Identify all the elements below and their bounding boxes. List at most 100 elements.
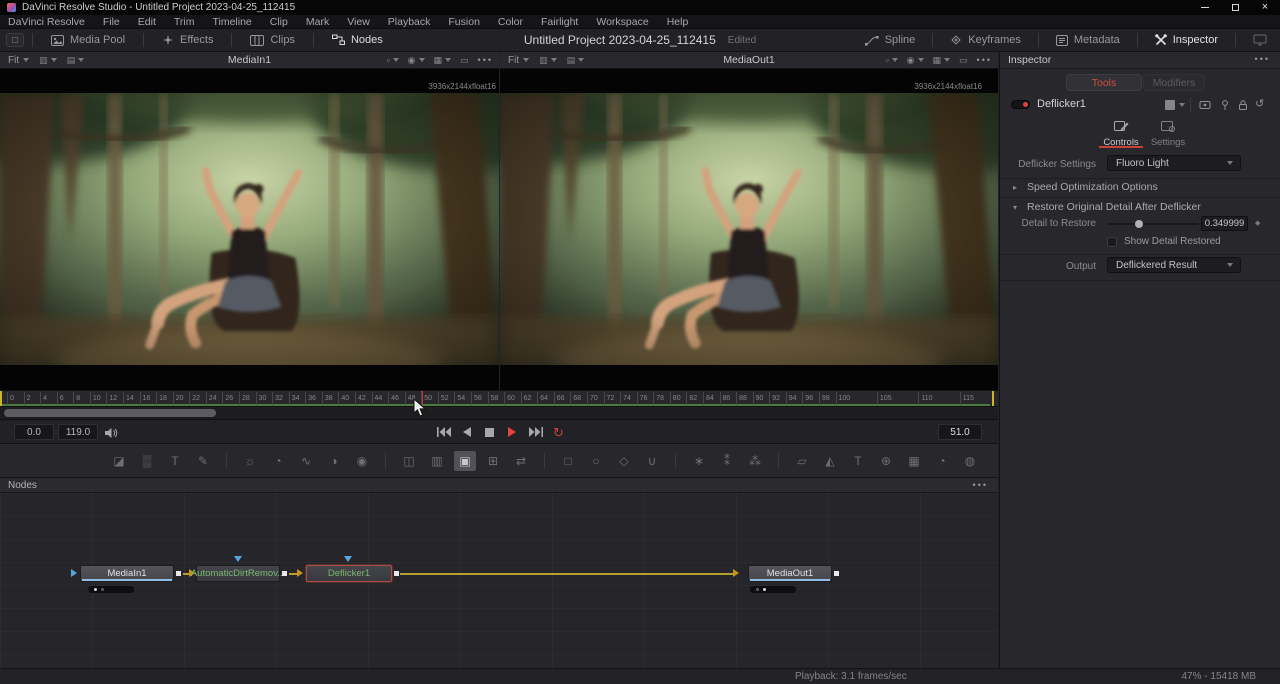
left-view-dot[interactable] <box>94 588 97 591</box>
menu-item-color[interactable]: Color <box>489 16 532 28</box>
media-in-view-indicators[interactable] <box>88 586 134 593</box>
media-out-view-indicators[interactable] <box>750 586 796 593</box>
menu-item-trim[interactable]: Trim <box>165 16 204 28</box>
bspline-mask-tool-icon[interactable]: ∪ <box>641 451 663 471</box>
metadata-button[interactable]: Metadata <box>1047 29 1129 51</box>
tab-tools[interactable]: Tools <box>1066 74 1142 91</box>
ellipse-mask-tool-icon[interactable]: ○ <box>585 451 607 471</box>
node-media-out[interactable]: MediaOut1 <box>748 565 832 582</box>
right-viewer-ab-dropdown[interactable]: ▤ <box>567 55 585 66</box>
particle-render-tool-icon[interactable]: ⁂ <box>744 451 766 471</box>
inspector-options-menu[interactable]: ••• <box>1255 54 1270 64</box>
menu-item-view[interactable]: View <box>338 16 379 28</box>
hue-curves-tool-icon[interactable]: ◉ <box>351 451 373 471</box>
render-start-field[interactable]: 0.0 <box>14 424 54 440</box>
rectangle-mask-tool-icon[interactable]: □ <box>557 451 579 471</box>
keyframe-diamond-icon[interactable]: ◆ <box>1255 219 1260 227</box>
renderer-3d-tool-icon[interactable]: ◍ <box>959 451 981 471</box>
loop-button[interactable]: ↻ <box>549 423 568 441</box>
right-viewer-lut-dropdown[interactable]: ◉ <box>907 55 924 66</box>
render-end-field[interactable]: 119.0 <box>58 424 98 440</box>
right-viewer-channel-dropdown[interactable]: ▫ <box>885 55 897 65</box>
project-title[interactable]: Untitled Project 2023-04-25_112415 <box>524 33 716 47</box>
restore-detail-section[interactable]: Restore Original Detail After Deflicker <box>1027 201 1201 213</box>
right-viewport[interactable]: 3936x2144xfloat16 <box>500 69 998 390</box>
left-viewer-zoom-dropdown[interactable]: Fit <box>8 55 29 66</box>
left-view-dot[interactable] <box>756 588 759 591</box>
blur-tool-icon[interactable]: ☼ <box>239 451 261 471</box>
go-to-last-frame-button[interactable] <box>526 423 545 441</box>
left-viewer-options-menu[interactable]: ••• <box>478 55 493 65</box>
right-view-dot[interactable] <box>763 588 766 591</box>
detail-to-restore-value[interactable]: 0.349999 <box>1201 216 1248 231</box>
output-dropdown[interactable]: Deflickered Result <box>1107 257 1241 273</box>
left-viewer-ab-dropdown[interactable]: ▤ <box>67 55 85 66</box>
particle-emitter-tool-icon[interactable]: ∗ <box>688 451 710 471</box>
transform-tool-icon[interactable]: ⇄ <box>510 451 532 471</box>
left-viewer-channel-dropdown[interactable]: ▫ <box>386 55 398 65</box>
subtab-controls[interactable]: Controls <box>1098 120 1144 148</box>
right-viewer-zoom-dropdown[interactable]: Fit <box>508 55 529 66</box>
resize-tool-icon[interactable]: ⊞ <box>482 451 504 471</box>
current-frame-field[interactable]: 51.0 <box>938 424 982 440</box>
media-in-input-triangle[interactable] <box>71 569 77 577</box>
menu-item-mark[interactable]: Mark <box>297 16 338 28</box>
background-tool-icon[interactable]: ◪ <box>108 451 130 471</box>
paint-tool-icon[interactable]: ✎ <box>192 451 214 471</box>
clean-feed-button[interactable] <box>1244 29 1276 51</box>
right-viewer-grid-dropdown[interactable]: ▦ <box>933 55 951 66</box>
lock-icon[interactable] <box>1237 99 1249 114</box>
matte-control-tool-icon[interactable]: ▣ <box>454 451 476 471</box>
left-viewer-roi-button[interactable]: ▭ <box>460 55 469 66</box>
left-viewer-grid-dropdown[interactable]: ▦ <box>434 55 452 66</box>
detail-to-restore-handle[interactable] <box>1135 220 1143 228</box>
node-automatic-dirt-removal[interactable]: AutomaticDirtRemov... <box>196 565 280 582</box>
deflicker-mask-input-triangle[interactable] <box>344 556 352 562</box>
spotlight-3d-tool-icon[interactable]: ◔ <box>931 451 953 471</box>
show-detail-restored-checkbox[interactable] <box>1107 237 1117 247</box>
right-viewer-options-menu[interactable]: ••• <box>977 55 992 65</box>
fast-noise-tool-icon[interactable]: ▒ <box>136 451 158 471</box>
detail-to-restore-slider[interactable] <box>1107 223 1199 225</box>
left-viewer-lut-dropdown[interactable]: ◉ <box>408 55 425 66</box>
color-curves-tool-icon[interactable]: ∿ <box>295 451 317 471</box>
deflicker-settings-dropdown[interactable]: Fluoro Light <box>1107 155 1241 171</box>
nodes-panel-options-menu[interactable]: ••• <box>973 480 988 490</box>
pin-icon[interactable] <box>1219 99 1231 114</box>
menu-item-timeline[interactable]: Timeline <box>203 16 260 28</box>
collapsed-arrow-icon[interactable]: ▸ <box>1013 183 1017 192</box>
stop-button[interactable] <box>480 423 499 441</box>
keyframes-button[interactable]: Keyframes <box>941 29 1030 51</box>
menu-item-fairlight[interactable]: Fairlight <box>532 16 587 28</box>
particle-merge-tool-icon[interactable]: ⁑ <box>716 451 738 471</box>
maximize-button[interactable] <box>1220 0 1250 15</box>
media-in-output-socket[interactable] <box>176 571 181 576</box>
effects-button[interactable]: Effects <box>152 29 223 51</box>
node-graph[interactable]: MediaIn1 AutomaticDirtRemov... Deflicker… <box>0 493 998 668</box>
speed-optimization-section[interactable]: Speed Optimization Options <box>1027 181 1158 193</box>
play-button[interactable] <box>503 423 522 441</box>
reset-icon[interactable]: ↺ <box>1255 99 1264 110</box>
range-end-marker[interactable] <box>992 391 994 407</box>
left-viewer-layout-dropdown[interactable]: ▥ <box>39 55 57 66</box>
minimize-button[interactable] <box>1190 0 1220 15</box>
dirt-removal-mask-input-triangle[interactable] <box>234 556 242 562</box>
color-corrector-tool-icon[interactable]: ◔ <box>267 451 289 471</box>
right-view-dot[interactable] <box>101 588 104 591</box>
expanded-arrow-icon[interactable]: ▾ <box>1013 203 1017 212</box>
close-button[interactable]: × <box>1250 0 1280 15</box>
connection-deflicker-mediaout[interactable] <box>400 573 734 575</box>
camera-3d-tool-icon[interactable]: ▦ <box>903 451 925 471</box>
tab-modifiers[interactable]: Modifiers <box>1143 74 1205 91</box>
menu-item-workspace[interactable]: Workspace <box>587 16 657 28</box>
inspector-button[interactable]: Inspector <box>1146 29 1227 51</box>
node-deflicker[interactable]: Deflicker1 <box>306 565 392 582</box>
deflicker-output-socket[interactable] <box>394 571 399 576</box>
ui-layout-toggle-button[interactable] <box>6 33 24 47</box>
channel-booleans-tool-icon[interactable]: ◫ <box>398 451 420 471</box>
go-to-first-frame-button[interactable] <box>434 423 453 441</box>
menu-item-clip[interactable]: Clip <box>261 16 297 28</box>
right-viewer-roi-button[interactable]: ▭ <box>959 55 968 66</box>
left-viewport[interactable]: 3936x2144xfloat16 <box>0 69 499 390</box>
media-pool-button[interactable]: Media Pool <box>41 29 135 51</box>
